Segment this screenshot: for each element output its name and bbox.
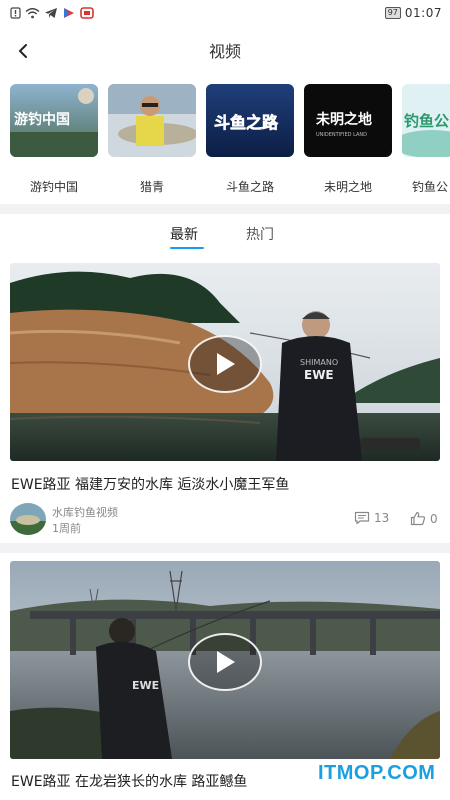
comment-icon — [354, 511, 370, 525]
channel-thumbnail: 钓鱼公 — [402, 84, 450, 157]
channel-item[interactable]: 钓鱼公 钓鱼公 — [402, 84, 450, 202]
video-title[interactable]: EWE路亚 在龙岩狭长的水库 路亚鳡鱼 — [11, 771, 247, 791]
active-tab-indicator — [170, 247, 204, 249]
channel-name: 游钓中国 — [29, 180, 78, 194]
back-button[interactable] — [10, 38, 36, 64]
channel-thumbnail: 未明之地 UNIDENTIFIED LAND — [304, 84, 392, 157]
status-right: 97 01:07 — [384, 6, 442, 20]
page-title: 视频 — [208, 42, 241, 61]
channel-thumbnail: 斗鱼之路 — [206, 84, 294, 157]
svg-text:SHIMANO: SHIMANO — [300, 358, 338, 367]
play-icon — [217, 353, 235, 375]
channel-name: 钓鱼公 — [412, 180, 449, 194]
channel-thumbnail: 游钓中国 — [10, 84, 98, 157]
channel-thumbnail — [108, 84, 196, 157]
channel-item[interactable]: 猎青 — [108, 84, 196, 202]
nav-bar: 视频 — [0, 26, 450, 74]
channel-thumb-text: 斗鱼之路 — [214, 113, 279, 132]
section-divider — [0, 543, 450, 553]
channel-name: 猎青 — [139, 180, 164, 194]
video-meta: 水库钓鱼视频 1周前 13 0 — [10, 503, 440, 539]
like-count-value: 0 — [430, 511, 438, 526]
avatar[interactable] — [10, 503, 46, 535]
channel-item[interactable]: 未明之地 UNIDENTIFIED LAND 未明之地 — [304, 84, 392, 202]
battery-indicator: 97 — [384, 7, 401, 19]
author-name[interactable]: 水库钓鱼视频 — [52, 504, 118, 520]
section-divider — [0, 204, 450, 214]
channel-thumb-text: 未明之地 — [316, 111, 372, 128]
feed-tabs: 最新 热门 — [0, 214, 450, 254]
channel-thumb-text: 钓鱼公 — [404, 112, 449, 130]
chevron-left-icon — [19, 44, 27, 58]
video-thumbnail[interactable]: SHIMANO EWE — [10, 263, 440, 461]
watermark: ITMOP.COM — [318, 762, 436, 784]
channel-list: 游钓中国 游钓中国 猎青 斗鱼之路 斗鱼之路 未明之地 UNIDENTIFIED… — [0, 84, 450, 202]
status-icons — [10, 7, 94, 19]
tab-hot[interactable]: 热门 — [246, 224, 274, 244]
tab-latest[interactable]: 最新 — [170, 224, 198, 244]
message-app-icon — [80, 7, 94, 19]
channel-name: 斗鱼之路 — [225, 180, 274, 194]
play-button[interactable] — [188, 335, 262, 393]
comment-count[interactable]: 13 — [354, 511, 389, 525]
video-title[interactable]: EWE路亚 福建万安的水库 逅淡水小魔王军鱼 — [11, 474, 289, 494]
play-button[interactable] — [188, 633, 262, 691]
play-icon — [217, 651, 235, 673]
channel-item[interactable]: 斗鱼之路 斗鱼之路 — [206, 84, 294, 202]
clock: 01:07 — [404, 6, 442, 20]
notification-icon — [10, 7, 21, 19]
video-card: SHIMANO EWE EWE路亚 福建万安的水库 逅淡水小魔王军鱼 水库钓鱼视… — [0, 263, 450, 543]
video-thumbnail[interactable]: EWE — [10, 561, 440, 759]
channel-thumb-subtext: UNIDENTIFIED LAND — [316, 132, 367, 138]
comment-count-value: 13 — [374, 511, 390, 525]
channel-item[interactable]: 游钓中国 游钓中国 — [10, 84, 98, 202]
jacket-brand: EWE — [304, 368, 334, 382]
jacket-brand: EWE — [132, 679, 159, 692]
thumbs-up-icon — [410, 511, 426, 526]
channel-thumb-text: 游钓中国 — [14, 111, 70, 128]
wifi-icon — [25, 8, 40, 19]
channel-name: 未明之地 — [323, 180, 372, 194]
publish-time: 1周前 — [52, 522, 81, 535]
like-count[interactable]: 0 — [410, 511, 438, 526]
app-notification-icon — [64, 8, 74, 18]
telegram-icon — [45, 8, 57, 18]
status-bar: 97 01:07 — [0, 0, 450, 26]
